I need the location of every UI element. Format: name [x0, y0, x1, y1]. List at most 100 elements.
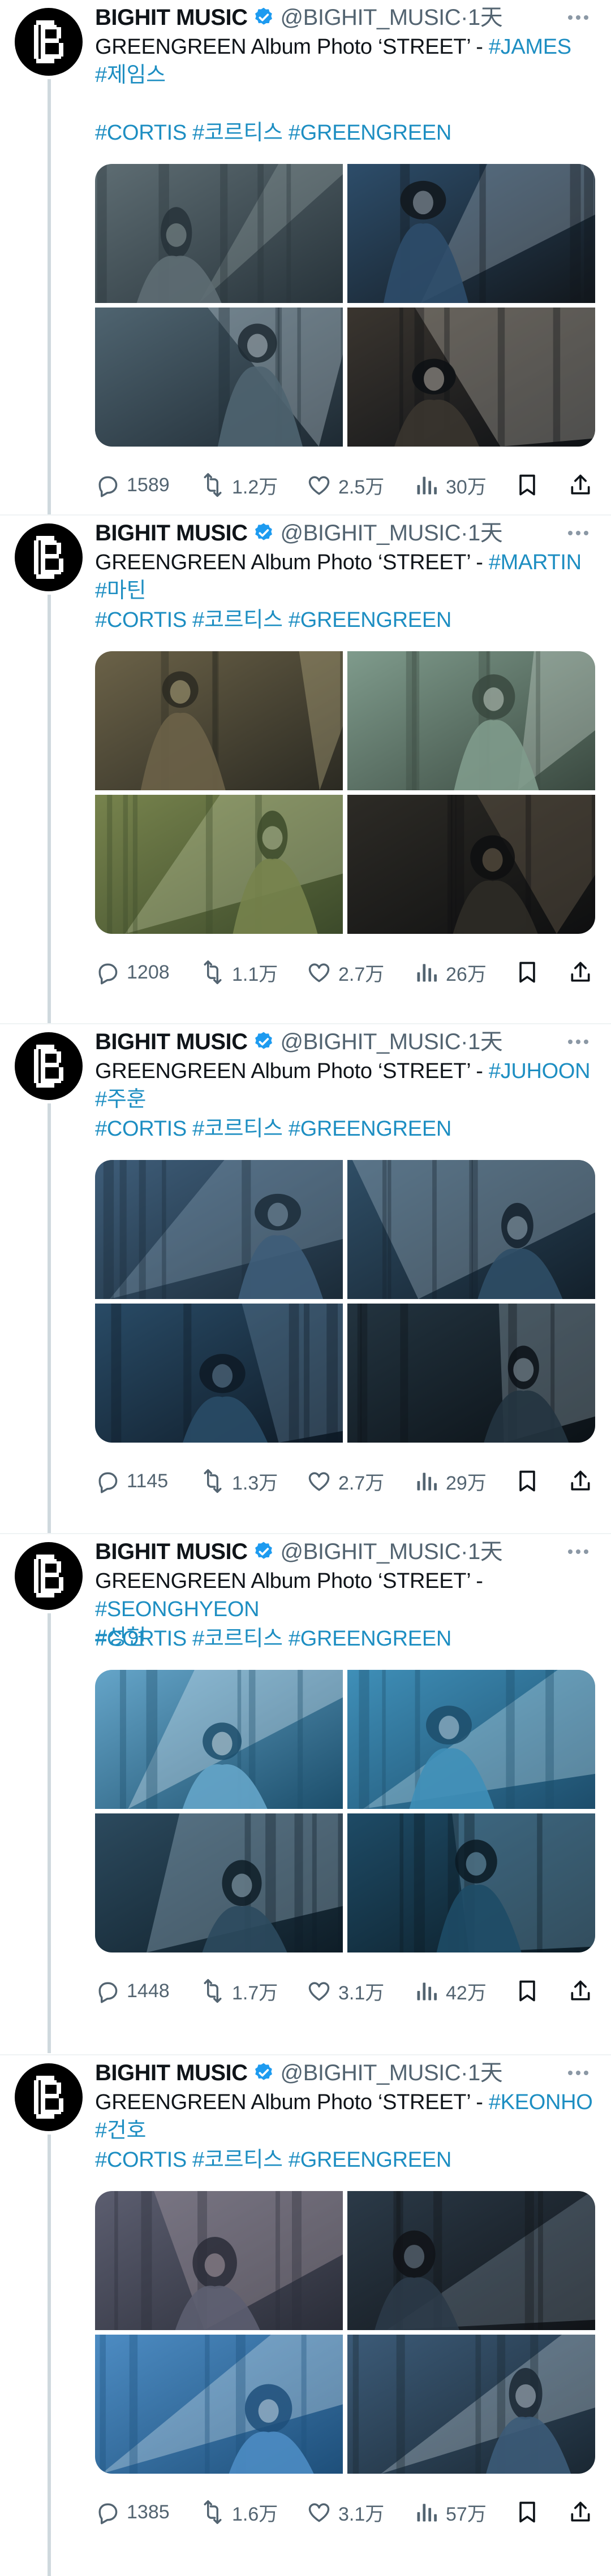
- like-button[interactable]: 2.7万: [307, 1466, 384, 1496]
- repost-button[interactable]: 1.1万: [200, 958, 278, 987]
- author-name[interactable]: BIGHIT MUSIC: [95, 3, 248, 32]
- reply-button[interactable]: 1208: [95, 958, 170, 987]
- timestamp[interactable]: 1天: [468, 519, 503, 547]
- hashtag-member-en[interactable]: #SEONGHYEON: [95, 1597, 260, 1621]
- album-photo[interactable]: [347, 1160, 595, 1299]
- hashtag-greengreen[interactable]: #GREENGREEN: [289, 1627, 451, 1651]
- reply-button[interactable]: 1448: [95, 1976, 170, 2006]
- views-button[interactable]: 26万: [414, 958, 487, 987]
- hashtag-member-ko[interactable]: #건호: [95, 2119, 146, 2142]
- hashtag-cortis[interactable]: #CORTIS: [95, 2148, 187, 2172]
- hashtag-cortis[interactable]: #CORTIS: [95, 608, 187, 632]
- album-photo[interactable]: [95, 651, 343, 790]
- avatar[interactable]: [15, 8, 83, 76]
- avatar[interactable]: [15, 2063, 83, 2131]
- views-button[interactable]: 30万: [414, 470, 487, 500]
- author-name[interactable]: BIGHIT MUSIC: [95, 1028, 248, 1056]
- hashtag-cortis[interactable]: #CORTIS: [95, 1117, 187, 1141]
- timestamp[interactable]: 1天: [468, 2059, 503, 2087]
- reply-button[interactable]: 1589: [95, 470, 170, 500]
- share-button[interactable]: [568, 2497, 593, 2527]
- hashtag-cortis-ko[interactable]: #코르티스: [192, 121, 283, 145]
- album-photo[interactable]: [347, 651, 595, 790]
- timestamp[interactable]: 1天: [468, 1028, 503, 1056]
- author-name[interactable]: BIGHIT MUSIC: [95, 2059, 248, 2087]
- share-button[interactable]: [568, 1976, 593, 2006]
- album-photo[interactable]: [347, 308, 595, 447]
- hashtag-member-en[interactable]: #MARTIN: [489, 551, 582, 574]
- hashtag-cortis[interactable]: #CORTIS: [95, 1627, 187, 1651]
- hashtag-member-ko[interactable]: #제임스: [95, 63, 166, 87]
- hashtag-greengreen[interactable]: #GREENGREEN: [289, 608, 451, 632]
- hashtag-member-en[interactable]: #KEONHO: [489, 2090, 593, 2114]
- hashtag-cortis-ko[interactable]: #코르티스: [192, 608, 283, 632]
- like-button[interactable]: 2.5万: [307, 470, 384, 500]
- author-handle[interactable]: @BIGHIT_MUSIC: [281, 519, 461, 547]
- author-name[interactable]: BIGHIT MUSIC: [95, 519, 248, 547]
- views-button[interactable]: 29万: [414, 1466, 487, 1496]
- album-photo[interactable]: [95, 1670, 343, 1809]
- album-photo[interactable]: [347, 1813, 595, 1952]
- author-handle[interactable]: @BIGHIT_MUSIC: [281, 3, 461, 32]
- bookmark-button[interactable]: [515, 1466, 540, 1496]
- author-handle[interactable]: @BIGHIT_MUSIC: [281, 1538, 461, 1566]
- bookmark-button[interactable]: [515, 958, 540, 987]
- repost-button[interactable]: 1.2万: [200, 470, 278, 500]
- tweet[interactable]: BIGHIT MUSIC @BIGHIT_MUSIC · 1天 GREENGRE…: [0, 2055, 611, 2576]
- album-photo[interactable]: [95, 2191, 343, 2330]
- avatar[interactable]: [15, 1542, 83, 1610]
- hashtag-greengreen[interactable]: #GREENGREEN: [289, 2148, 451, 2172]
- like-button[interactable]: 3.1万: [307, 1976, 384, 2006]
- hashtag-member-ko[interactable]: #주훈: [95, 1088, 146, 1111]
- tweet[interactable]: BIGHIT MUSIC @BIGHIT_MUSIC · 1天 GREENGRE…: [0, 516, 611, 1023]
- tweet[interactable]: BIGHIT MUSIC @BIGHIT_MUSIC · 1天 GREENGRE…: [0, 0, 611, 514]
- like-button[interactable]: 3.1万: [307, 2497, 384, 2527]
- hashtag-cortis-ko[interactable]: #코르티스: [192, 2148, 283, 2172]
- more-icon[interactable]: [565, 519, 592, 547]
- bookmark-button[interactable]: [515, 470, 540, 500]
- album-photo[interactable]: [95, 2335, 343, 2474]
- album-photo[interactable]: [95, 308, 343, 447]
- bookmark-button[interactable]: [515, 2497, 540, 2527]
- avatar[interactable]: [15, 523, 83, 591]
- album-photo[interactable]: [95, 164, 343, 303]
- like-button[interactable]: 2.7万: [307, 958, 384, 987]
- avatar[interactable]: [15, 1032, 83, 1100]
- album-photo[interactable]: [347, 164, 595, 303]
- hashtag-member-en[interactable]: #JUHOON: [489, 1059, 591, 1083]
- more-icon[interactable]: [565, 1028, 592, 1056]
- repost-button[interactable]: 1.6万: [200, 2497, 278, 2527]
- repost-button[interactable]: 1.3万: [200, 1466, 278, 1496]
- album-photo[interactable]: [95, 1813, 343, 1952]
- album-photo[interactable]: [347, 1670, 595, 1809]
- author-handle[interactable]: @BIGHIT_MUSIC: [281, 1028, 461, 1056]
- hashtag-member-ko[interactable]: #마틴: [95, 579, 146, 603]
- repost-button[interactable]: 1.7万: [200, 1976, 278, 2006]
- views-button[interactable]: 42万: [414, 1976, 487, 2006]
- hashtag-greengreen[interactable]: #GREENGREEN: [289, 121, 451, 145]
- album-photo[interactable]: [95, 795, 343, 934]
- share-button[interactable]: [568, 958, 593, 987]
- hashtag-cortis[interactable]: #CORTIS: [95, 121, 187, 145]
- share-button[interactable]: [568, 1466, 593, 1496]
- album-photo[interactable]: [95, 1304, 343, 1443]
- hashtag-cortis-ko[interactable]: #코르티스: [192, 1117, 283, 1141]
- author-name[interactable]: BIGHIT MUSIC: [95, 1538, 248, 1566]
- album-photo[interactable]: [347, 795, 595, 934]
- views-button[interactable]: 57万: [414, 2497, 487, 2527]
- album-photo[interactable]: [347, 2191, 595, 2330]
- bookmark-button[interactable]: [515, 1976, 540, 2006]
- more-icon[interactable]: [565, 1538, 592, 1566]
- hashtag-member-en[interactable]: #JAMES: [489, 35, 571, 59]
- reply-button[interactable]: 1145: [95, 1466, 168, 1496]
- timestamp[interactable]: 1天: [468, 3, 503, 32]
- timestamp[interactable]: 1天: [468, 1538, 503, 1566]
- author-handle[interactable]: @BIGHIT_MUSIC: [281, 2059, 461, 2087]
- album-photo[interactable]: [95, 1160, 343, 1299]
- hashtag-cortis-ko[interactable]: #코르티스: [192, 1627, 283, 1651]
- more-icon[interactable]: [565, 2059, 592, 2087]
- album-photo[interactable]: [347, 1304, 595, 1443]
- share-button[interactable]: [568, 470, 593, 500]
- album-photo[interactable]: [347, 2335, 595, 2474]
- hashtag-greengreen[interactable]: #GREENGREEN: [289, 1117, 451, 1141]
